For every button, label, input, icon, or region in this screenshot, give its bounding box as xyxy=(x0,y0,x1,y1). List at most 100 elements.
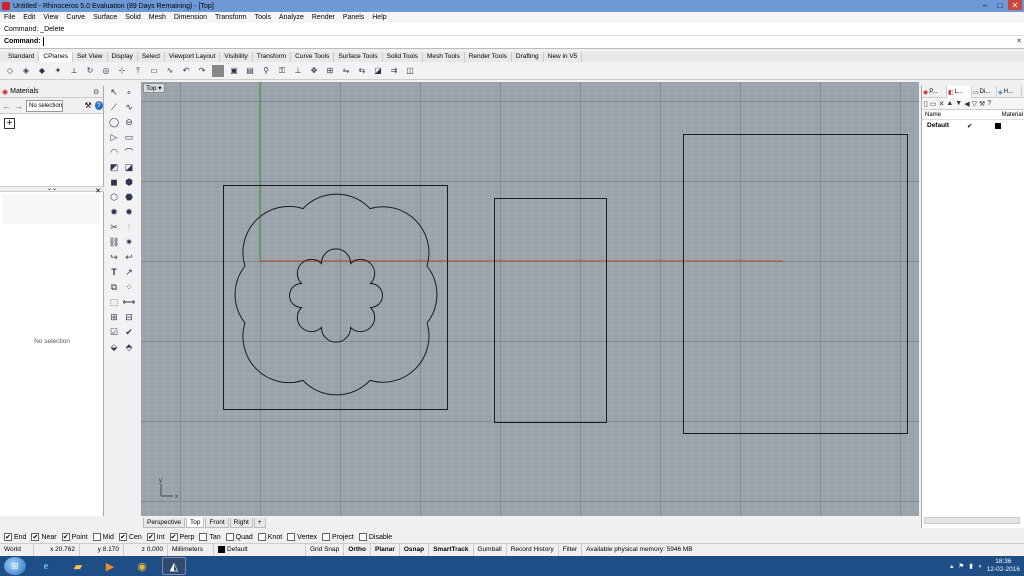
cplane-view-icon[interactable]: ▭ xyxy=(148,65,160,77)
text-icon[interactable]: T xyxy=(108,266,120,278)
filter-icon[interactable]: ▽ xyxy=(972,100,977,108)
join-icon[interactable]: ⛓ xyxy=(108,236,120,248)
close-button[interactable]: ✕ xyxy=(1008,0,1022,10)
osnap-point-checkbox[interactable]: ✔ xyxy=(61,533,70,541)
rhino-taskbar-icon[interactable]: ◭ xyxy=(162,557,186,575)
cplane-curve-icon[interactable]: ∿ xyxy=(164,65,176,77)
redo-cplane-icon[interactable]: ↷ xyxy=(196,65,208,77)
transform-icon[interactable]: ↗ xyxy=(123,266,135,278)
menu-edit[interactable]: Edit xyxy=(23,14,35,21)
save-cplane-icon[interactable]: ▣ xyxy=(228,65,240,77)
menu-transform[interactable]: Transform xyxy=(215,14,247,21)
menu-tools[interactable]: Tools xyxy=(255,14,271,21)
middle-rectangle[interactable] xyxy=(494,198,607,423)
menu-analyze[interactable]: Analyze xyxy=(279,14,304,21)
layer-tools-icon[interactable]: ⚒ xyxy=(979,100,985,108)
tab-visibility[interactable]: Visibility xyxy=(220,52,253,62)
cplane-indicator[interactable]: World xyxy=(0,543,34,556)
gumball-toggle[interactable]: Gumball xyxy=(474,543,507,556)
back-arrow-icon[interactable]: ← xyxy=(2,101,11,111)
open-cplane-icon[interactable]: ▤ xyxy=(244,65,256,77)
osnap-project-checkbox[interactable] xyxy=(322,533,331,541)
osnap-disable-checkbox[interactable] xyxy=(358,533,367,541)
layer-grid-icon[interactable]: ⊞ xyxy=(108,311,120,323)
analyze-icon[interactable]: ⊟ xyxy=(123,311,135,323)
new-layer-icon[interactable]: ▯ xyxy=(924,100,928,108)
osnap-vertex-checkbox[interactable] xyxy=(287,533,296,541)
move-out-icon[interactable]: ◀ xyxy=(964,100,969,108)
volume-icon[interactable]: ◖ xyxy=(978,563,982,570)
smarttrack-toggle[interactable]: SmartTrack xyxy=(429,543,474,556)
cplane-rotate-icon[interactable]: ↻ xyxy=(84,65,96,77)
tab-standard[interactable]: Standard xyxy=(4,52,40,62)
tab-drafting[interactable]: Drafting xyxy=(512,52,544,62)
cplane-align-icon[interactable]: ⇆ xyxy=(356,65,368,77)
tab-properties[interactable]: ◉ P... xyxy=(922,86,947,98)
select-arrow-icon[interactable]: ↖ xyxy=(108,86,120,98)
current-layer-check[interactable]: ✔ xyxy=(967,122,995,130)
array-icon[interactable]: ⁘ xyxy=(123,281,135,293)
tab-curve-tools[interactable]: Curve Tools xyxy=(291,52,335,62)
menu-view[interactable]: View xyxy=(43,14,58,21)
tab-layers[interactable]: ◧ L... xyxy=(947,86,972,98)
cplane-display-icon[interactable]: ◫ xyxy=(404,65,416,77)
horizontal-scrollbar[interactable] xyxy=(924,517,1020,524)
network-icon[interactable]: ▮ xyxy=(969,562,973,570)
filter-toggle[interactable]: Filter xyxy=(559,543,583,556)
cplane-world-front-icon[interactable]: ◈ xyxy=(20,65,32,77)
menu-dimension[interactable]: Dimension xyxy=(174,14,207,21)
cplane-z-axis-icon[interactable]: ⤒ xyxy=(132,65,144,77)
osnap-project[interactable]: Project xyxy=(322,533,354,541)
osnap-cen[interactable]: ✔ Cen xyxy=(118,533,142,541)
surface-icon[interactable]: ◩ xyxy=(108,161,120,173)
check-icon[interactable]: ☑ xyxy=(108,326,120,338)
tab-select[interactable]: Select xyxy=(138,52,165,62)
viewport-menu-icon[interactable]: ▾ xyxy=(158,85,161,92)
osnap-end[interactable]: ✔ End xyxy=(4,533,26,541)
osnap-quad[interactable]: Quad xyxy=(225,533,253,541)
grid-snap-toggle[interactable]: Grid Snap xyxy=(306,543,345,556)
menu-surface[interactable]: Surface xyxy=(93,14,117,21)
tab-front[interactable]: Front xyxy=(205,517,229,528)
clock[interactable]: 18:36 12-02-2016 xyxy=(987,558,1020,574)
layers-help-icon[interactable]: ? xyxy=(987,100,991,107)
ellipse-icon[interactable]: ⊖ xyxy=(123,116,135,128)
mesh-icon[interactable]: ⬡ xyxy=(108,191,120,203)
panel-options-icon[interactable]: ⊙ xyxy=(93,88,99,96)
tab-help-panel[interactable]: ◈ H... xyxy=(997,86,1022,98)
layer-indicator[interactable]: Default xyxy=(214,543,306,556)
cplane-flip-icon[interactable]: ⇋ xyxy=(340,65,352,77)
tab-surface-tools[interactable]: Surface Tools xyxy=(334,52,383,62)
move-down-icon[interactable]: ▼ xyxy=(955,100,962,107)
maximize-button[interactable]: □ xyxy=(993,0,1007,10)
command-input[interactable] xyxy=(42,37,46,46)
osnap-int[interactable]: ✔ Int xyxy=(146,533,165,541)
osnap-knot-checkbox[interactable] xyxy=(257,533,266,541)
split-icon[interactable]: ⫶ xyxy=(123,221,135,233)
polygon-icon[interactable]: ▷ xyxy=(108,131,120,143)
curve-icon[interactable]: ∿ xyxy=(123,101,135,113)
tab-display[interactable]: Display xyxy=(108,52,138,62)
command-close-icon[interactable]: ✕ xyxy=(1016,37,1022,45)
cplane-set-icon[interactable]: ⚲ xyxy=(260,65,272,77)
cplane-world-right-icon[interactable]: ◆ xyxy=(36,65,48,77)
flower-inner-curve[interactable] xyxy=(289,248,383,343)
tab-cplanes[interactable]: CPlanes xyxy=(39,52,73,62)
render-settings-icon[interactable]: ⬘ xyxy=(123,341,135,353)
dimension-icon[interactable]: ⟷ xyxy=(123,296,136,308)
units-indicator[interactable]: Millimeters xyxy=(168,543,214,556)
osnap-near-checkbox[interactable]: ✔ xyxy=(31,533,40,541)
osnap-mid-checkbox[interactable] xyxy=(92,533,101,541)
polyline-icon[interactable]: ⟋ xyxy=(108,101,120,113)
help-icon[interactable]: ? xyxy=(94,101,103,110)
record-history-toggle[interactable]: Record History xyxy=(507,543,559,556)
explode-icon[interactable]: ✷ xyxy=(123,236,135,248)
tab-perspective[interactable]: Perspective xyxy=(143,517,185,528)
media-player-icon[interactable]: ▶ xyxy=(98,557,122,575)
forward-arrow-icon[interactable]: → xyxy=(14,101,23,111)
file-explorer-icon[interactable]: ▰ xyxy=(66,557,90,575)
group-icon[interactable]: ⧉ xyxy=(108,281,120,293)
tab-new-in-v5[interactable]: New in V5 xyxy=(544,52,583,62)
tab-render-tools[interactable]: Render Tools xyxy=(465,52,512,62)
osnap-perp-checkbox[interactable]: ✔ xyxy=(169,533,178,541)
